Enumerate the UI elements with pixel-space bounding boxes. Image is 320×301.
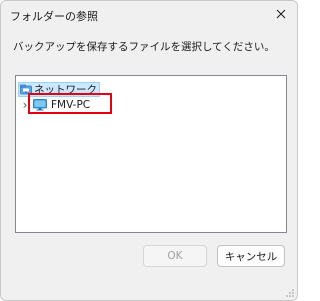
folder-browse-dialog: フォルダーの参照 バックアップを保存するファイルを選択してください。 ネットワー… bbox=[0, 0, 298, 301]
resize-grip-icon[interactable] bbox=[285, 288, 295, 298]
ok-button[interactable]: OK bbox=[143, 245, 207, 267]
window-title: フォルダーの参照 bbox=[10, 10, 98, 23]
close-button[interactable] bbox=[269, 3, 293, 25]
instruction-text: バックアップを保存するファイルを選択してください。 bbox=[13, 41, 275, 53]
title-bar: フォルダーの参照 bbox=[1, 1, 297, 29]
highlight-annotation bbox=[28, 93, 112, 114]
folder-tree[interactable]: ネットワーク › FMV-PC bbox=[15, 75, 287, 233]
cancel-button[interactable]: キャンセル bbox=[217, 245, 285, 267]
close-icon bbox=[276, 9, 286, 19]
